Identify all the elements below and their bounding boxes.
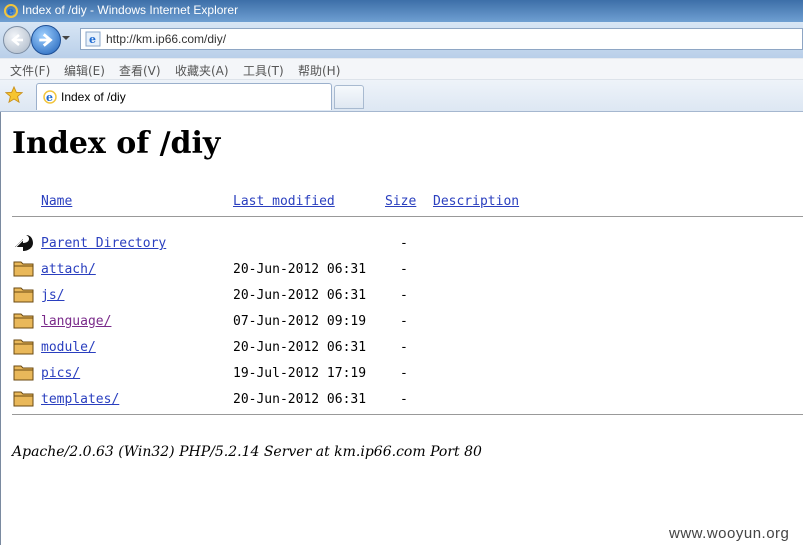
sort-by-name-link[interactable]: Name (41, 194, 72, 209)
table-row: pics/ 19-Jul-2012 17:19 - (1, 365, 803, 388)
table-row: Parent Directory - (1, 235, 803, 258)
table-row: js/ 20-Jun-2012 06:31 - (1, 287, 803, 310)
size-cell: - (400, 236, 408, 251)
folder-icon (13, 391, 34, 407)
table-row: module/ 20-Jun-2012 06:31 - (1, 339, 803, 362)
svg-text:e: e (7, 5, 14, 18)
sort-by-modified-link[interactable]: Last modified (233, 194, 335, 209)
folder-icon (13, 287, 34, 303)
menu-favorites[interactable]: 收藏夹(A) (175, 62, 229, 79)
folder-link[interactable]: language/ (41, 314, 111, 329)
table-row: attach/ 20-Jun-2012 06:31 - (1, 261, 803, 284)
folder-link[interactable]: templates/ (41, 392, 119, 407)
back-arrow-icon (15, 235, 33, 251)
folder-icon (13, 261, 34, 277)
ie-logo-icon: e (4, 4, 18, 18)
folder-link[interactable]: js/ (41, 288, 64, 303)
size-cell: - (400, 288, 408, 303)
tab-active[interactable]: e Index of /diy (36, 83, 332, 110)
folder-icon (13, 313, 34, 329)
page-icon: e (85, 31, 101, 47)
arrow-right-icon (39, 33, 53, 47)
back-button[interactable] (3, 26, 31, 54)
folder-link[interactable]: pics/ (41, 366, 80, 381)
watermark: www.wooyun.org (669, 525, 790, 542)
size-cell: - (400, 314, 408, 329)
tab-page-icon: e (43, 90, 57, 104)
menu-file[interactable]: 文件(F) (10, 62, 50, 79)
page-heading: Index of /diy (12, 126, 221, 161)
arrow-left-icon (11, 34, 23, 46)
table-row: language/ 07-Jun-2012 09:19 - (1, 313, 803, 336)
forward-button[interactable] (31, 25, 61, 55)
address-text[interactable]: http://km.ip66.com/diy/ (106, 32, 226, 46)
modified-cell: 20-Jun-2012 06:31 (233, 340, 367, 355)
navigation-bar: e http://km.ip66.com/diy/ (0, 22, 803, 58)
folder-link[interactable]: module/ (41, 340, 96, 355)
size-cell: - (400, 262, 408, 277)
tab-label: Index of /diy (61, 90, 126, 104)
folder-icon (13, 365, 34, 381)
modified-cell: 20-Jun-2012 06:31 (233, 288, 367, 303)
tab-bar: e Index of /diy (0, 80, 803, 112)
menu-bar: 文件(F) 编辑(E) 查看(V) 收藏夹(A) 工具(T) 帮助(H) (0, 58, 803, 80)
sort-by-size-link[interactable]: Size (385, 194, 416, 209)
server-signature: Apache/2.0.63 (Win32) PHP/5.2.14 Server … (12, 444, 482, 460)
menu-edit[interactable]: 编辑(E) (64, 62, 105, 79)
history-dropdown-icon[interactable] (61, 35, 71, 41)
title-bar: e Index of /diy - Windows Internet Explo… (0, 0, 803, 22)
modified-cell: 19-Jul-2012 17:19 (233, 366, 367, 381)
sort-by-description-link[interactable]: Description (433, 194, 519, 209)
new-tab-button[interactable] (334, 85, 364, 109)
svg-text:e: e (89, 33, 96, 46)
modified-cell: 20-Jun-2012 06:31 (233, 392, 367, 407)
menu-tools[interactable]: 工具(T) (243, 62, 284, 79)
address-bar[interactable]: e http://km.ip66.com/diy/ (80, 28, 803, 50)
folder-icon (13, 339, 34, 355)
page-content: Index of /diy Name Last modified Size De… (0, 112, 803, 545)
window-title: Index of /diy - Windows Internet Explore… (22, 3, 239, 17)
footer-divider (12, 414, 803, 415)
modified-cell: 20-Jun-2012 06:31 (233, 262, 367, 277)
size-cell: - (400, 392, 408, 407)
size-cell: - (400, 340, 408, 355)
favorites-star-icon[interactable] (5, 86, 23, 104)
parent-directory-link[interactable]: Parent Directory (41, 236, 166, 251)
size-cell: - (400, 366, 408, 381)
modified-cell: 07-Jun-2012 09:19 (233, 314, 367, 329)
svg-text:e: e (46, 91, 53, 104)
table-row: templates/ 20-Jun-2012 06:31 - (1, 391, 803, 414)
menu-help[interactable]: 帮助(H) (298, 62, 340, 79)
folder-link[interactable]: attach/ (41, 262, 96, 277)
menu-view[interactable]: 查看(V) (119, 62, 161, 79)
header-divider (12, 216, 803, 217)
